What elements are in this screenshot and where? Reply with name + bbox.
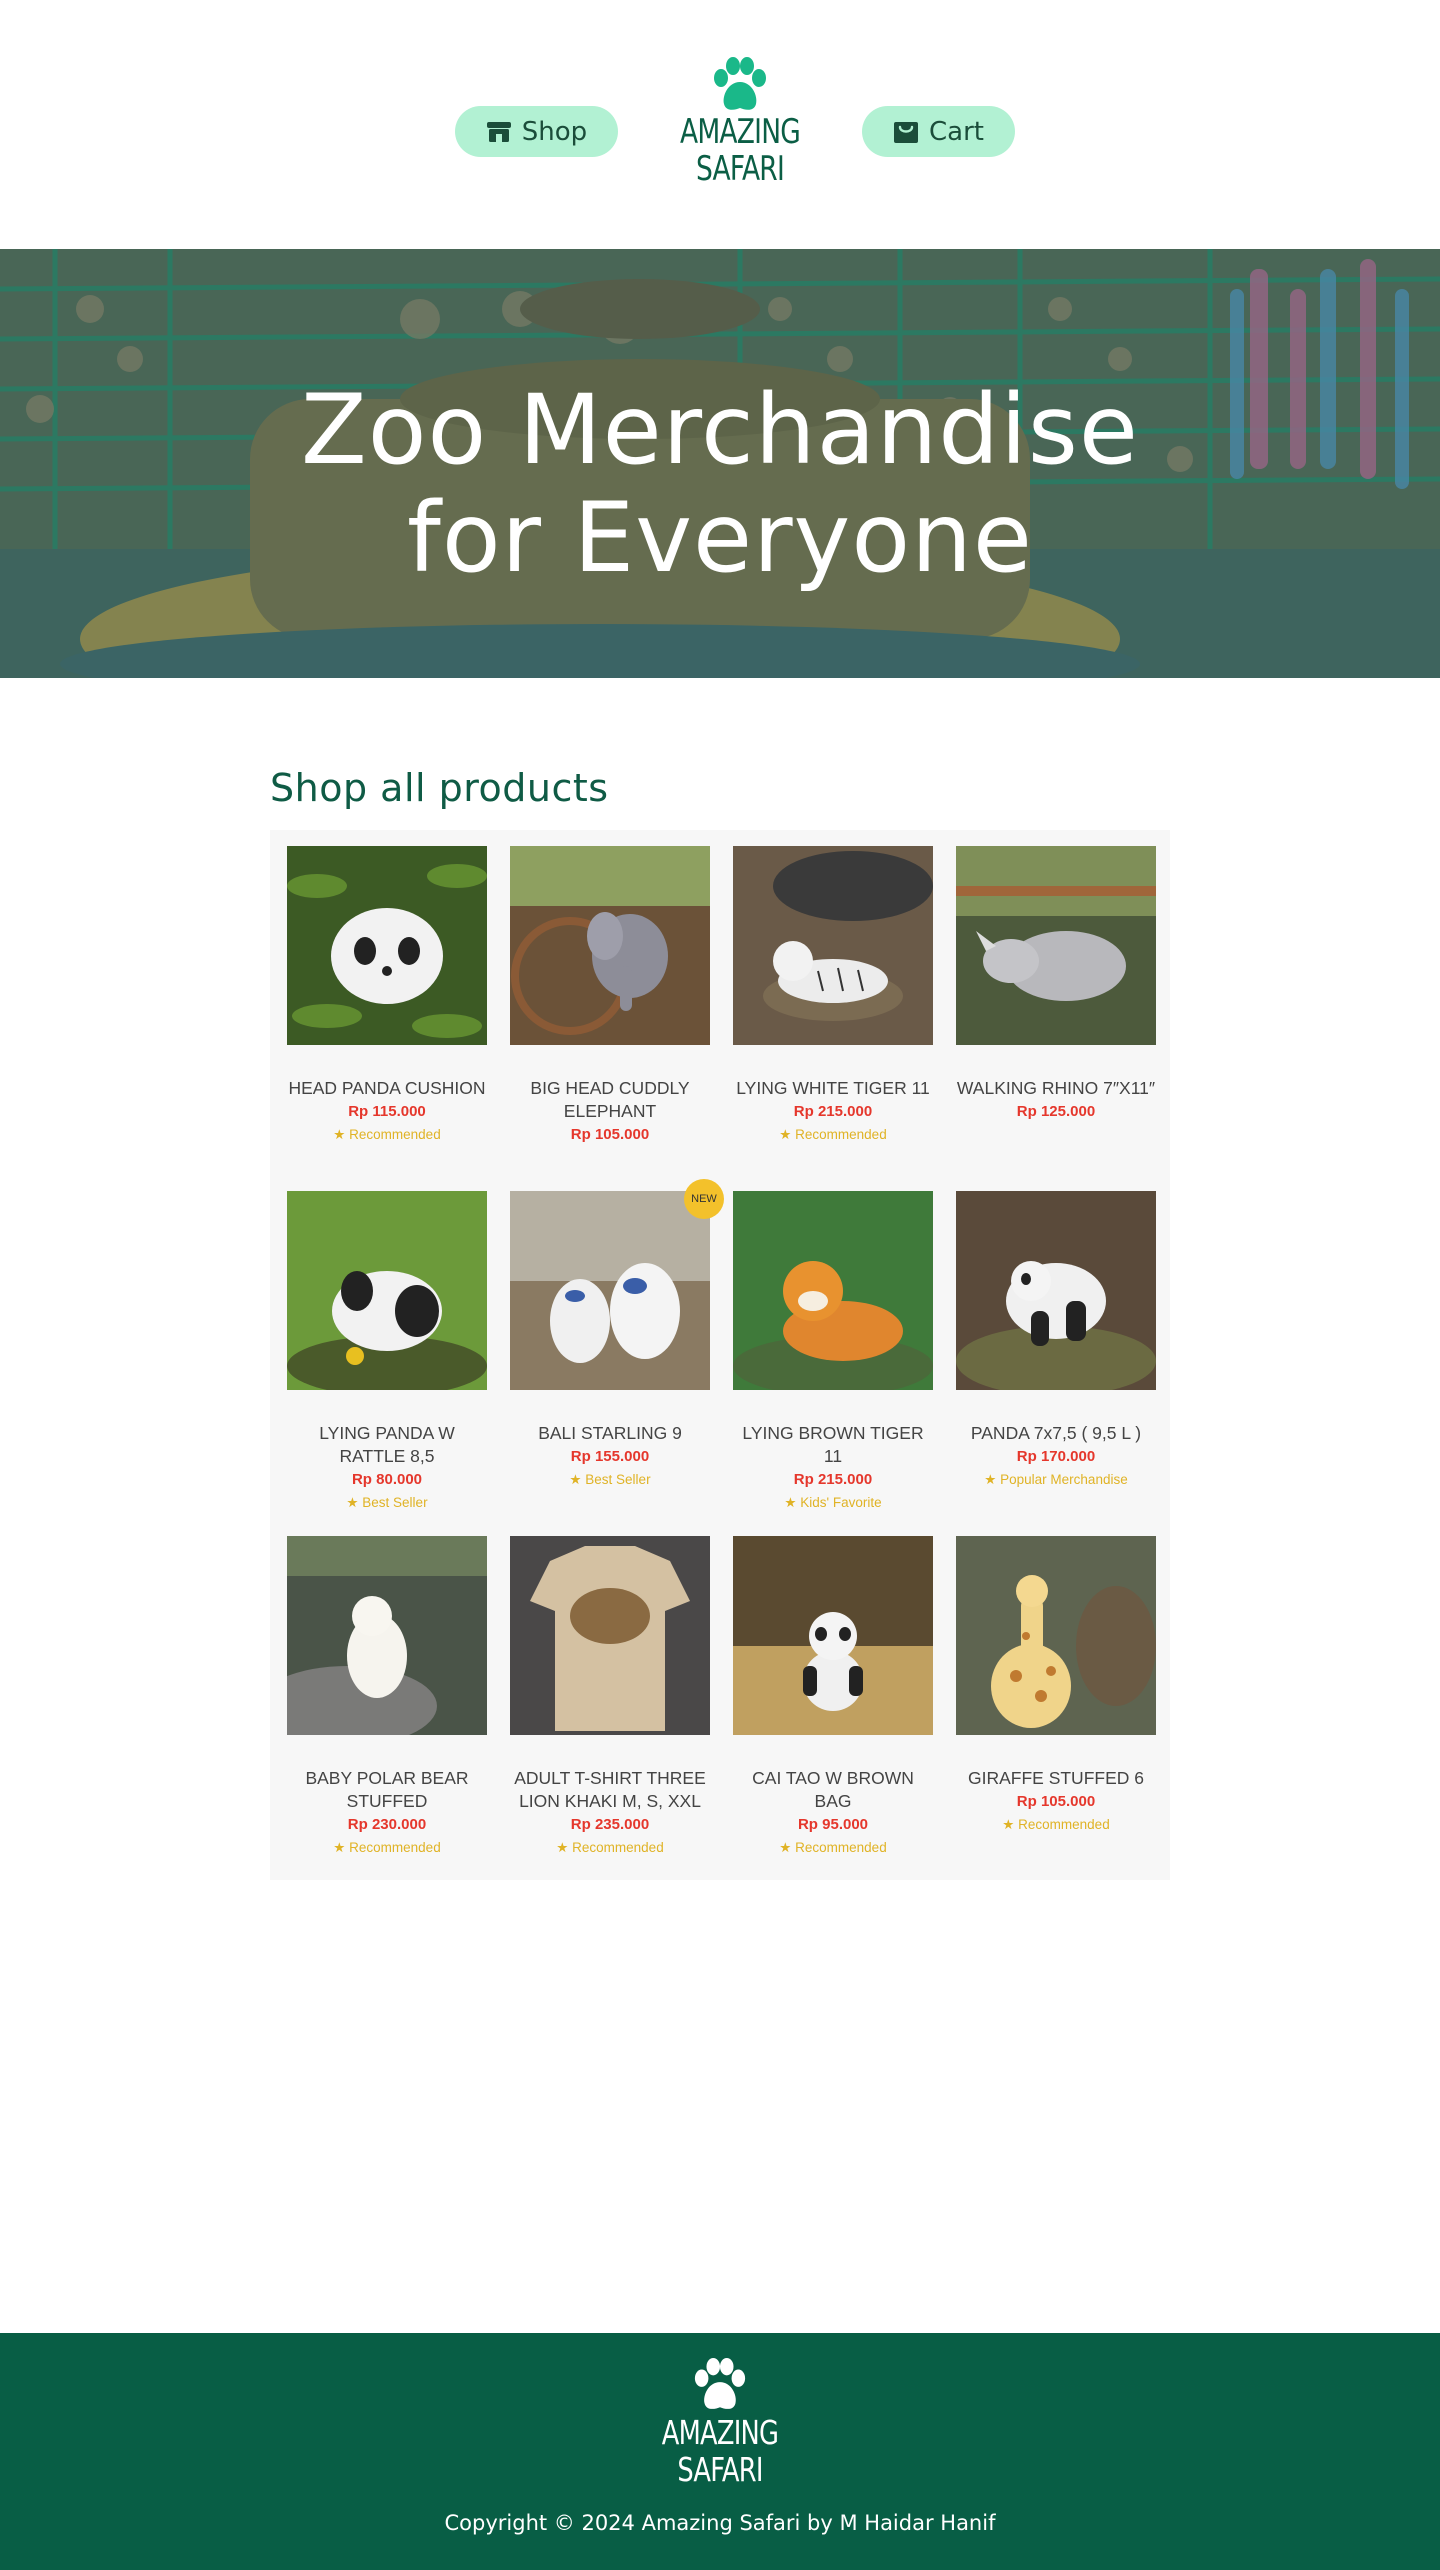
star-icon: ★	[346, 1495, 363, 1510]
product-image-panda[interactable]	[956, 1191, 1156, 1390]
star-icon: ★	[784, 1495, 801, 1510]
product-price: Rp 105.000	[570, 1126, 650, 1143]
product-price: Rp 105.000	[1016, 1793, 1096, 1810]
product-image-cai-tao[interactable]	[733, 1536, 933, 1735]
product-image-bali-starling[interactable]	[510, 1191, 710, 1390]
product-name[interactable]: WALKING RHINO 7″X11″	[956, 1077, 1156, 1100]
site-logo[interactable]: AMAZING SAFARI	[660, 56, 820, 188]
star-icon: ★	[556, 1840, 573, 1855]
paw-icon	[694, 2357, 746, 2409]
product-image-giraffe[interactable]	[956, 1536, 1156, 1735]
star-icon: ★	[333, 1840, 350, 1855]
site-footer: AMAZING SAFARI Copyright © 2024 Amazing S…	[0, 2333, 1440, 2570]
product-price: Rp 115.000	[348, 1103, 426, 1120]
product-card[interactable]: LYING PANDA W RATTLE 8,5 Rp 80.000 ★ Bes…	[287, 1191, 487, 1514]
product-card[interactable]: NEW BALI STARLING 9 Rp 155.000 ★ Best Se…	[510, 1179, 724, 1491]
product-price: Rp 235.000	[570, 1816, 650, 1833]
product-image-rhino[interactable]	[956, 846, 1156, 1045]
logo-text-line2: SAFARI	[695, 149, 785, 189]
cart-button-label: Cart	[929, 116, 984, 147]
product-tag: ★ Recommended	[556, 1840, 664, 1855]
product-price: Rp 155.000	[570, 1448, 650, 1465]
product-tag: ★ Recommended	[333, 1127, 441, 1142]
product-tag: ★ Recommended	[779, 1127, 887, 1142]
product-name[interactable]: LYING BROWN TIGER 11	[733, 1422, 933, 1468]
product-card[interactable]: PANDA 7x7,5 ( 9,5 L ) Rp 170.000 ★ Popul…	[956, 1191, 1156, 1491]
product-card[interactable]: LYING WHITE TIGER 11 Rp 215.000 ★ Recomm…	[733, 846, 933, 1146]
hero-title-line2: for Everyone	[407, 482, 1033, 594]
cart-button[interactable]: Cart	[862, 106, 1015, 157]
star-icon: ★	[1002, 1817, 1019, 1832]
product-price: Rp 95.000	[797, 1816, 869, 1833]
shop-button-label: Shop	[521, 116, 588, 147]
product-image-tshirt[interactable]	[510, 1536, 710, 1735]
product-name[interactable]: GIRAFFE STUFFED 6	[956, 1767, 1156, 1790]
product-price: Rp 170.000	[1016, 1448, 1096, 1465]
footer-logo-text: AMAZING SAFARI	[661, 2413, 779, 2489]
star-icon: ★	[779, 1127, 796, 1142]
product-name[interactable]: HEAD PANDA CUSHION	[287, 1077, 487, 1100]
product-image-panda-rattle[interactable]	[287, 1191, 487, 1390]
product-card[interactable]: WALKING RHINO 7″X11″ Rp 125.000	[956, 846, 1156, 1123]
product-name[interactable]: BABY POLAR BEAR STUFFED	[287, 1767, 487, 1813]
product-name[interactable]: LYING WHITE TIGER 11	[733, 1077, 933, 1100]
hero-title-line1: Zoo Merchandise	[301, 374, 1139, 486]
star-icon: ★	[779, 1840, 796, 1855]
shop-button[interactable]: Shop	[455, 106, 618, 157]
hero-banner: Zoo Merchandise for Everyone	[0, 249, 1440, 678]
copyright-text: Copyright © 2024 Amazing Safari by M Hai…	[444, 2511, 996, 2535]
product-price: Rp 80.000	[351, 1471, 423, 1488]
product-image-brown-tiger[interactable]	[733, 1191, 933, 1390]
product-price: Rp 215.000	[793, 1471, 873, 1488]
product-image-polar-bear[interactable]	[287, 1536, 487, 1735]
product-card[interactable]: LYING BROWN TIGER 11 Rp 215.000 ★ Kids' …	[733, 1191, 933, 1514]
product-tag: ★ Best Seller	[569, 1472, 651, 1487]
star-icon: ★	[984, 1472, 1001, 1487]
new-badge: NEW	[684, 1179, 724, 1219]
star-icon: ★	[569, 1472, 586, 1487]
product-card[interactable]: BIG HEAD CUDDLY ELEPHANT Rp 105.000	[510, 846, 710, 1146]
product-name[interactable]: LYING PANDA W RATTLE 8,5	[287, 1422, 487, 1468]
product-tag: ★ Popular Merchandise	[984, 1472, 1128, 1487]
product-card[interactable]: CAI TAO W BROWN BAG Rp 95.000 ★ Recommen…	[733, 1536, 933, 1859]
site-header: Shop AMAZING SAFARI Cart	[0, 0, 1440, 249]
products-section-title: Shop all products	[270, 766, 609, 810]
product-tag: ★ Best Seller	[346, 1495, 428, 1510]
logo-text-line1: AMAZING	[679, 112, 801, 152]
product-image-panda-cushion[interactable]	[287, 846, 487, 1045]
product-tag: ★ Recommended	[779, 1840, 887, 1855]
product-card[interactable]: HEAD PANDA CUSHION Rp 115.000 ★ Recommen…	[287, 846, 487, 1146]
product-name[interactable]: CAI TAO W BROWN BAG	[733, 1767, 933, 1813]
product-card[interactable]: BABY POLAR BEAR STUFFED Rp 230.000 ★ Rec…	[287, 1536, 487, 1859]
product-price: Rp 230.000	[347, 1816, 427, 1833]
store-icon	[486, 121, 511, 142]
product-tag: ★ Kids' Favorite	[784, 1495, 882, 1510]
product-name[interactable]: BALI STARLING 9	[510, 1422, 710, 1445]
product-name[interactable]: PANDA 7x7,5 ( 9,5 L )	[956, 1422, 1156, 1445]
product-price: Rp 215.000	[793, 1103, 873, 1120]
product-image-elephant[interactable]	[510, 846, 710, 1045]
product-card[interactable]: GIRAFFE STUFFED 6 Rp 105.000 ★ Recommend…	[956, 1536, 1156, 1836]
product-tag: ★ Recommended	[333, 1840, 441, 1855]
product-tag: ★ Recommended	[1002, 1817, 1110, 1832]
product-price: Rp 125.000	[1016, 1103, 1096, 1120]
product-image-white-tiger[interactable]	[733, 846, 933, 1045]
paw-icon	[714, 57, 766, 110]
product-name[interactable]: BIG HEAD CUDDLY ELEPHANT	[510, 1077, 710, 1123]
shopping-bag-icon	[894, 121, 918, 143]
star-icon: ★	[333, 1127, 350, 1142]
product-name[interactable]: ADULT T-SHIRT THREE LION KHAKI M, S, XXL	[510, 1767, 710, 1813]
hero-title: Zoo Merchandise for Everyone	[0, 376, 1440, 592]
product-card[interactable]: ADULT T-SHIRT THREE LION KHAKI M, S, XXL…	[510, 1536, 710, 1859]
